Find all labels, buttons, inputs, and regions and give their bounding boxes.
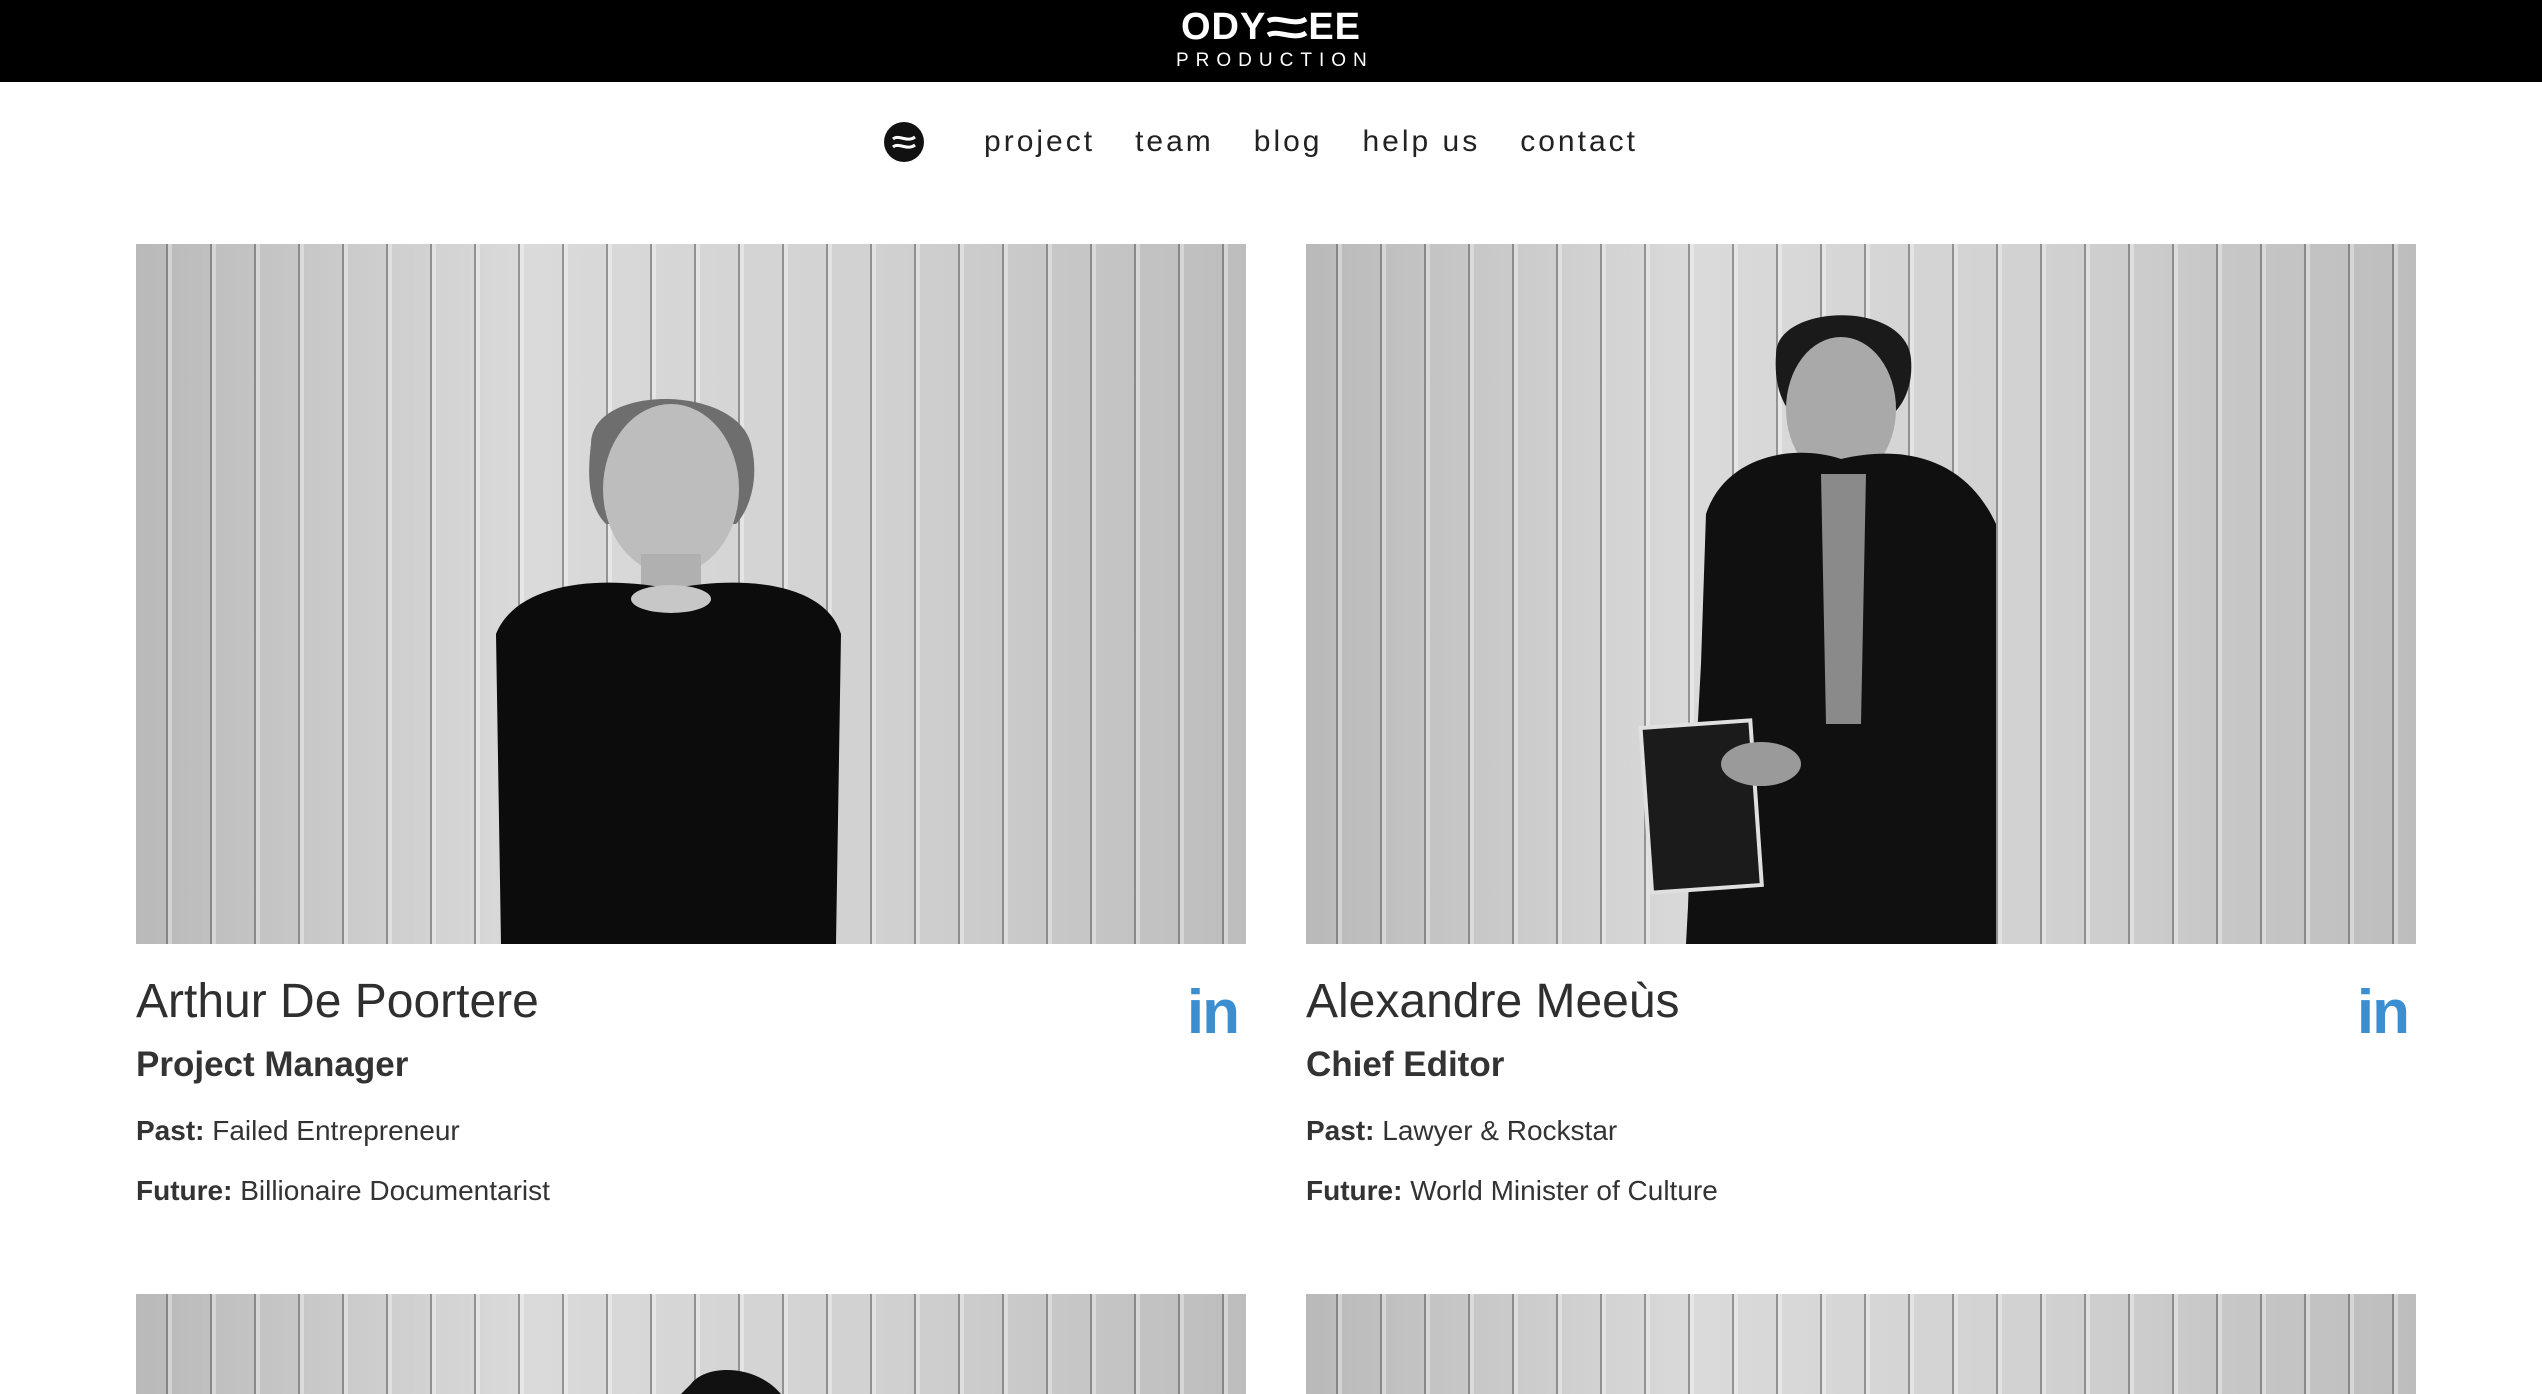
team-member-photo-partial xyxy=(136,1294,1246,1394)
main-navigation: project team blog help us contact xyxy=(0,110,2542,174)
team-member-photo xyxy=(136,244,1246,944)
team-member-card: Arthur De Poortere in Project Manager Pa… xyxy=(136,244,1246,1244)
future-label: Future: xyxy=(1306,1175,1403,1206)
member-name: Arthur De Poortere xyxy=(136,975,539,1028)
member-past: Past: Lawyer & Rockstar xyxy=(1306,1114,1617,1148)
nav-item-help-us[interactable]: help us xyxy=(1362,125,1480,159)
member-future: Future: World Minister of Culture xyxy=(1306,1174,1718,1208)
future-value: World Minister of Culture xyxy=(1410,1175,1718,1206)
team-member-card: Alexandre Meeùs in Chief Editor Past: La… xyxy=(1306,244,2416,1244)
logo-subtitle: PRODUCTION xyxy=(1176,50,1374,71)
past-label: Past: xyxy=(1306,1115,1375,1146)
linkedin-icon[interactable]: in xyxy=(2357,982,2410,1044)
past-label: Past: xyxy=(136,1115,205,1146)
nav-item-project[interactable]: project xyxy=(984,125,1095,159)
member-future: Future: Billionaire Documentarist xyxy=(136,1174,550,1208)
team-member-photo-partial xyxy=(1306,1294,2416,1394)
member-role: Project Manager xyxy=(136,1045,409,1084)
linkedin-icon[interactable]: in xyxy=(1187,982,1240,1044)
top-header-bar: ODY EE PRODUCTION xyxy=(0,0,2542,82)
member-role: Chief Editor xyxy=(1306,1045,1505,1084)
nav-item-blog[interactable]: blog xyxy=(1254,125,1323,159)
past-value: Failed Entrepreneur xyxy=(212,1115,460,1146)
site-logo[interactable]: ODY EE PRODUCTION xyxy=(1176,6,1374,72)
logo-waves-icon xyxy=(1267,16,1308,39)
nav-item-contact[interactable]: contact xyxy=(1520,125,1638,159)
team-member-photo xyxy=(1306,244,2416,944)
nav-item-team[interactable]: team xyxy=(1135,125,1214,159)
logo-wordmark: ODY EE xyxy=(1180,6,1362,48)
member-past: Past: Failed Entrepreneur xyxy=(136,1114,460,1148)
home-logo-icon[interactable] xyxy=(884,122,925,162)
future-label: Future: xyxy=(136,1175,233,1206)
member-name: Alexandre Meeùs xyxy=(1306,975,1680,1028)
past-value: Lawyer & Rockstar xyxy=(1382,1115,1618,1146)
future-value: Billionaire Documentarist xyxy=(240,1175,550,1206)
